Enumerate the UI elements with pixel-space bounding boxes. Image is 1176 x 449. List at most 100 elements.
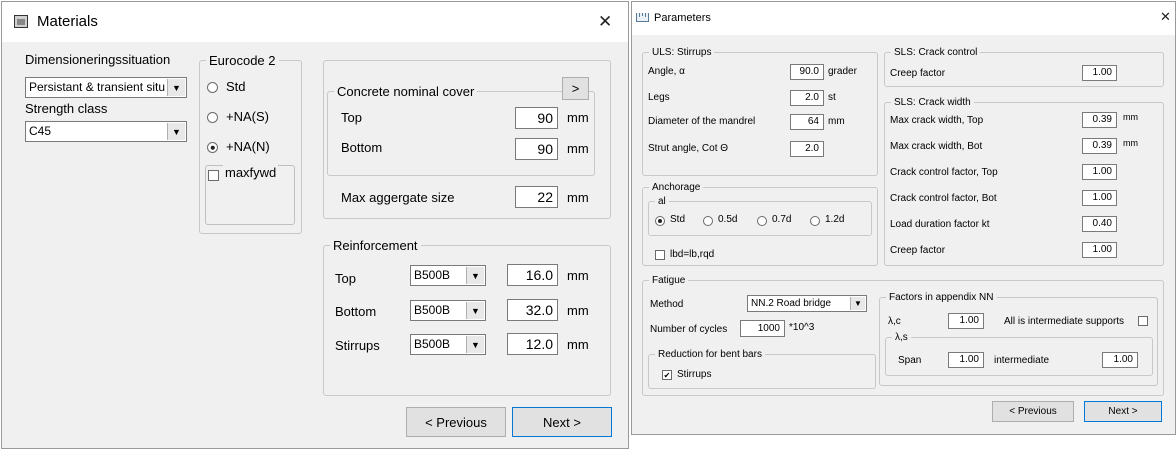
close-icon[interactable]: ✕ [598, 12, 612, 32]
cycles-input[interactable]: 1000 [740, 320, 785, 337]
strength-select[interactable]: C45 ▼ [25, 121, 187, 142]
method-label: Method [650, 299, 684, 310]
radio-nan[interactable] [207, 142, 218, 153]
sls-crack-control-group: SLS: Crack control [884, 47, 1164, 87]
max-crack-bot-label: Max crack width, Bot [890, 141, 983, 152]
fatigue-legend: Fatigue [649, 275, 689, 286]
chevron-down-icon[interactable]: ▼ [167, 123, 185, 140]
strut-label: Strut angle, Cot Θ [648, 143, 729, 154]
next-button[interactable]: Next > [512, 407, 612, 437]
cover-top-unit: mm [567, 110, 589, 125]
lbd-checkbox[interactable] [655, 250, 665, 260]
max-crack-top-label: Max crack width, Top [890, 115, 984, 126]
previous-button[interactable]: < Previous [992, 401, 1074, 422]
radio-nan-label: +NA(N) [226, 139, 270, 154]
angle-input[interactable]: 90.0 [790, 64, 824, 80]
reinf-top-grade-select[interactable]: B500B ▼ [410, 265, 486, 286]
chevron-down-icon[interactable]: ▼ [466, 267, 484, 284]
window-icon [14, 15, 28, 28]
chevron-down-icon[interactable]: ▼ [850, 297, 865, 310]
cover-top-label: Top [341, 110, 362, 125]
creep-width-input[interactable]: 1.00 [1082, 242, 1117, 258]
reinf-stirrups-unit: mm [567, 337, 589, 352]
reinf-bottom-grade: B500B [414, 303, 451, 317]
strut-input[interactable]: 2.0 [790, 141, 824, 157]
dimensionering-select[interactable]: Persistant & transient situ ▼ [25, 77, 187, 98]
radio-nas-label: +NA(S) [226, 109, 269, 124]
radio-al-std[interactable] [655, 216, 665, 226]
span-label: Span [898, 355, 922, 366]
reinf-stirrups-grade: B500B [414, 337, 451, 351]
crack-factor-bot-label: Crack control factor, Bot [890, 193, 997, 204]
max-crack-bot-input[interactable]: 0.39 [1082, 138, 1117, 154]
max-crack-top-unit: mm [1123, 112, 1138, 122]
radio-std[interactable] [207, 82, 218, 93]
maxfywd-checkbox[interactable] [208, 170, 219, 181]
chevron-down-icon[interactable]: ▼ [167, 79, 185, 96]
reinf-bottom-input[interactable]: 32.0 [507, 299, 558, 321]
radio-std-label: Std [226, 79, 246, 94]
span-input[interactable]: 1.00 [948, 352, 984, 368]
ruler-icon [636, 13, 649, 22]
reinf-stirrups-grade-select[interactable]: B500B ▼ [410, 334, 486, 355]
crack-factor-top-label: Crack control factor, Top [890, 167, 998, 178]
materials-titlebar: Materials ✕ [2, 2, 628, 42]
reinf-top-input[interactable]: 16.0 [507, 264, 558, 286]
radio-al-07d-label: 0.7d [772, 214, 792, 225]
method-select[interactable]: NN.2 Road bridge ▼ [747, 295, 867, 312]
intermediate-supports-label: All is intermediate supports [1004, 316, 1125, 327]
legs-input[interactable]: 2.0 [790, 90, 824, 106]
inter-input[interactable]: 1.00 [1102, 352, 1138, 368]
strength-value: C45 [29, 124, 52, 138]
reinforcement-legend: Reinforcement [330, 238, 421, 253]
legs-label: Legs [648, 92, 670, 103]
crack-factor-bot-input[interactable]: 1.00 [1082, 190, 1117, 206]
radio-al-std-label: Std [670, 214, 686, 225]
cover-bottom-input[interactable]: 90 [515, 138, 558, 160]
radio-al-05d[interactable] [703, 216, 713, 226]
cover-bottom-unit: mm [567, 141, 589, 156]
radio-nas[interactable] [207, 112, 218, 123]
reinf-bottom-label: Bottom [335, 304, 377, 319]
cover-top-input[interactable]: 90 [515, 107, 558, 129]
next-button[interactable]: Next > [1084, 401, 1162, 422]
dim-value: Persistant & transient situ [29, 80, 166, 94]
load-duration-input[interactable]: 0.40 [1082, 216, 1117, 232]
reinf-top-unit: mm [567, 268, 589, 283]
maxfywd-label: maxfywd [223, 165, 279, 180]
close-icon[interactable]: ✕ [1160, 10, 1171, 25]
reinf-stirrups-input[interactable]: 12.0 [507, 333, 558, 355]
cover-inner-group: Concrete nominal cover [327, 84, 595, 176]
lc-label: λ,c [888, 316, 901, 327]
angle-unit: grader [828, 66, 857, 77]
aggregate-input[interactable]: 22 [515, 186, 558, 208]
lc-input[interactable]: 1.00 [948, 313, 984, 329]
radio-al-05d-label: 0.5d [718, 214, 738, 225]
mandrel-label: Diameter of the mandrel [648, 116, 756, 127]
mandrel-input[interactable]: 64 [790, 114, 824, 130]
radio-al-07d[interactable] [757, 216, 767, 226]
previous-button[interactable]: < Previous [406, 407, 506, 437]
crack-factor-top-input[interactable]: 1.00 [1082, 164, 1117, 180]
stirrups-label: Stirrups [677, 369, 712, 380]
chevron-down-icon[interactable]: ▼ [466, 336, 484, 353]
load-duration-label: Load duration factor kt [890, 219, 990, 230]
cover-bottom-label: Bottom [341, 140, 383, 155]
creep-control-input[interactable]: 1.00 [1082, 65, 1117, 81]
mandrel-unit: mm [828, 116, 845, 127]
method-value: NN.2 Road bridge [751, 298, 832, 309]
cover-arrow-button[interactable]: > [562, 77, 589, 100]
cycles-label: Number of cycles [650, 324, 728, 335]
stirrups-checkbox[interactable]: ✔ [662, 370, 672, 380]
intermediate-supports-checkbox[interactable] [1138, 316, 1148, 326]
chevron-down-icon[interactable]: ▼ [466, 302, 484, 319]
max-crack-top-input[interactable]: 0.39 [1082, 112, 1117, 128]
max-crack-bot-unit: mm [1123, 138, 1138, 148]
radio-al-12d[interactable] [810, 216, 820, 226]
cycles-unit: *10^3 [789, 322, 815, 333]
ls-legend: λ,s [892, 332, 911, 343]
reinf-stirrups-label: Stirrups [335, 338, 380, 353]
aggregate-label: Max aggergate size [341, 190, 455, 205]
radio-al-12d-label: 1.2d [825, 214, 845, 225]
reinf-bottom-grade-select[interactable]: B500B ▼ [410, 300, 486, 321]
